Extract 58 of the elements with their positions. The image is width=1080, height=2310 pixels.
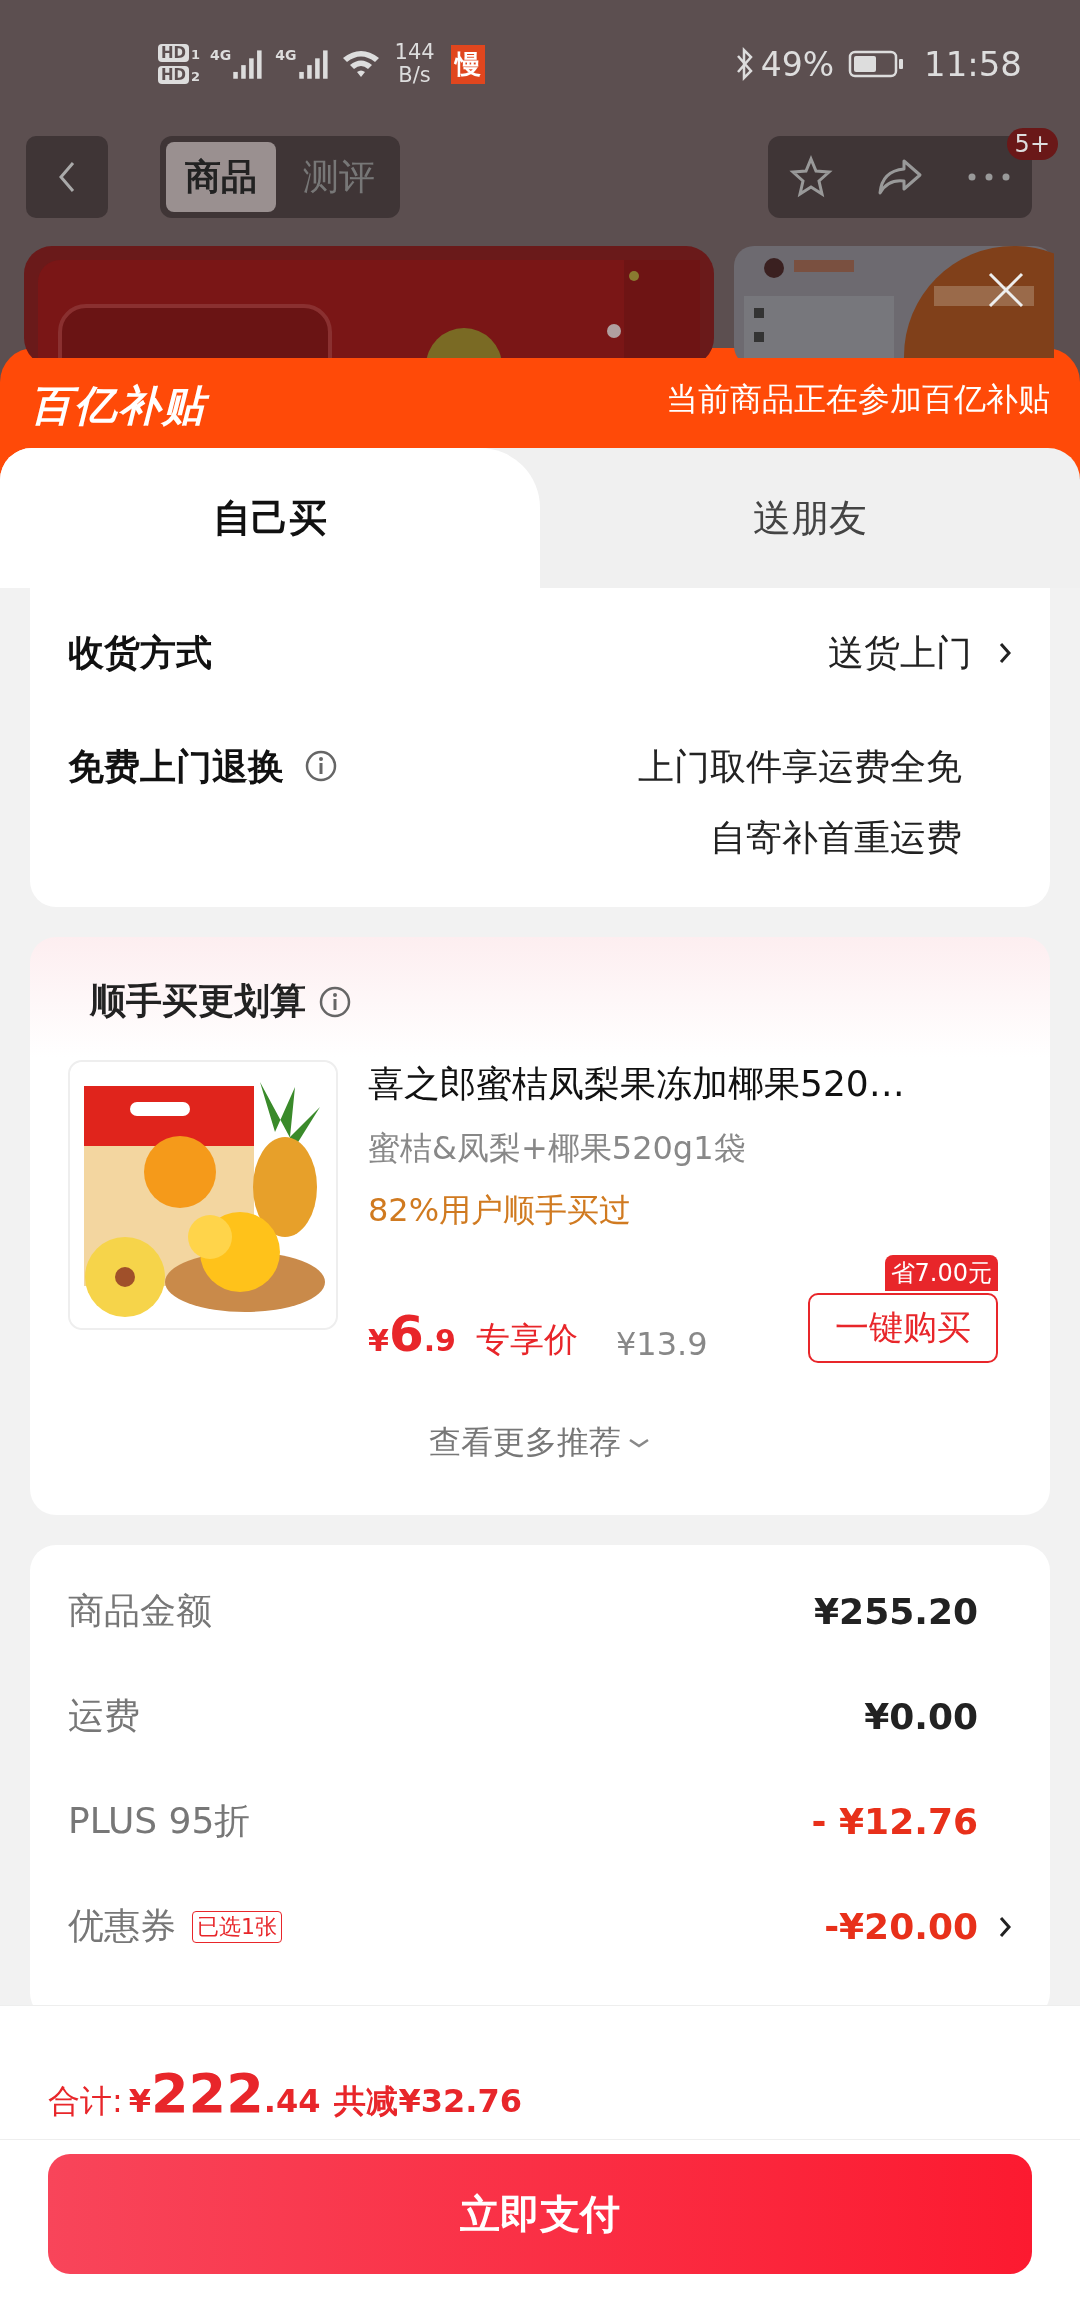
original-price: ¥13.9: [615, 1325, 708, 1363]
saving-badge: 省7.00元: [884, 1255, 998, 1291]
total-price: ¥222.44: [128, 2062, 321, 2125]
page-tab[interactable]: 商品: [166, 142, 276, 212]
info-icon[interactable]: [304, 749, 338, 783]
purchase-stat: 82%用户顺手买过: [368, 1190, 633, 1231]
product-name[interactable]: 喜之郎蜜桔凤梨果冻加椰果520…: [368, 1060, 1012, 1109]
signal-icon: [296, 47, 331, 81]
summary-label: 优惠券: [68, 1904, 176, 1948]
offer-price: ¥6.9: [368, 1305, 456, 1363]
summary-label: 运费: [68, 1694, 140, 1738]
sim-slot: 2: [191, 69, 201, 84]
speed-unit: B/s: [398, 64, 431, 88]
total-label: 合计:: [48, 2081, 123, 2122]
network-type: 4G: [275, 47, 297, 63]
summary-value: ¥0.00: [864, 1696, 978, 1737]
more-recommendations-link[interactable]: 查看更多推荐: [429, 1421, 651, 1465]
price-label: 专享价: [475, 1318, 578, 1361]
total-reduction: 共减¥32.76: [334, 2081, 522, 2122]
purchase-tab[interactable]: 送朋友: [540, 448, 1080, 588]
pay-button[interactable]: 立即支付: [48, 2154, 1032, 2274]
chevron-icon[interactable]: [998, 1914, 1012, 1939]
summary-label: 商品金额: [68, 1589, 212, 1633]
network-type: 4G: [210, 47, 232, 63]
summary-label: PLUS 95折: [68, 1799, 251, 1843]
return-note: 上门取件享运费全免: [638, 745, 962, 789]
bluetooth-icon: [734, 47, 755, 81]
app-badge: 慢: [450, 44, 485, 84]
purchase-tab[interactable]: 自己买: [0, 448, 540, 588]
return-note: 自寄补首重运费: [710, 816, 962, 860]
coupon-tag: 已选1张: [192, 1910, 282, 1943]
summary-value: - ¥12.76: [811, 1801, 978, 1842]
chevron-icon: [627, 1437, 651, 1449]
delivery-option[interactable]: 送货上门: [828, 628, 972, 678]
more-icon[interactable]: [966, 172, 1011, 182]
speed-value: 144: [394, 40, 435, 64]
delivery-label: 收货方式: [68, 630, 212, 675]
addon-title: 顺手买更划算: [90, 979, 306, 1023]
battery-icon: [848, 49, 904, 79]
sim-slot: 1: [191, 47, 201, 62]
notification-badge: 5+: [1006, 128, 1058, 160]
sim-label: HD: [158, 44, 189, 62]
page-tab[interactable]: 测评: [284, 142, 394, 212]
chevron-icon: [998, 641, 1012, 665]
summary-value: ¥255.20: [814, 1591, 978, 1632]
info-icon[interactable]: [318, 984, 352, 1019]
star-icon[interactable]: [789, 155, 834, 199]
summary-value: -¥20.00: [824, 1906, 978, 1947]
share-icon[interactable]: [876, 157, 924, 197]
return-label: 免费上门退换: [68, 745, 284, 789]
buy-button[interactable]: 一键购买: [808, 1293, 998, 1363]
banner-notice: 当前商品正在参加百亿补贴: [666, 379, 1050, 420]
clock-time: 11:58: [924, 44, 1022, 84]
product-spec: 蜜桔&凤梨+椰果520g1袋: [368, 1128, 747, 1169]
battery-level: 49%: [760, 44, 834, 84]
back-icon: [57, 160, 77, 194]
sim-label: HD: [158, 66, 189, 84]
close-icon[interactable]: [986, 270, 1026, 310]
